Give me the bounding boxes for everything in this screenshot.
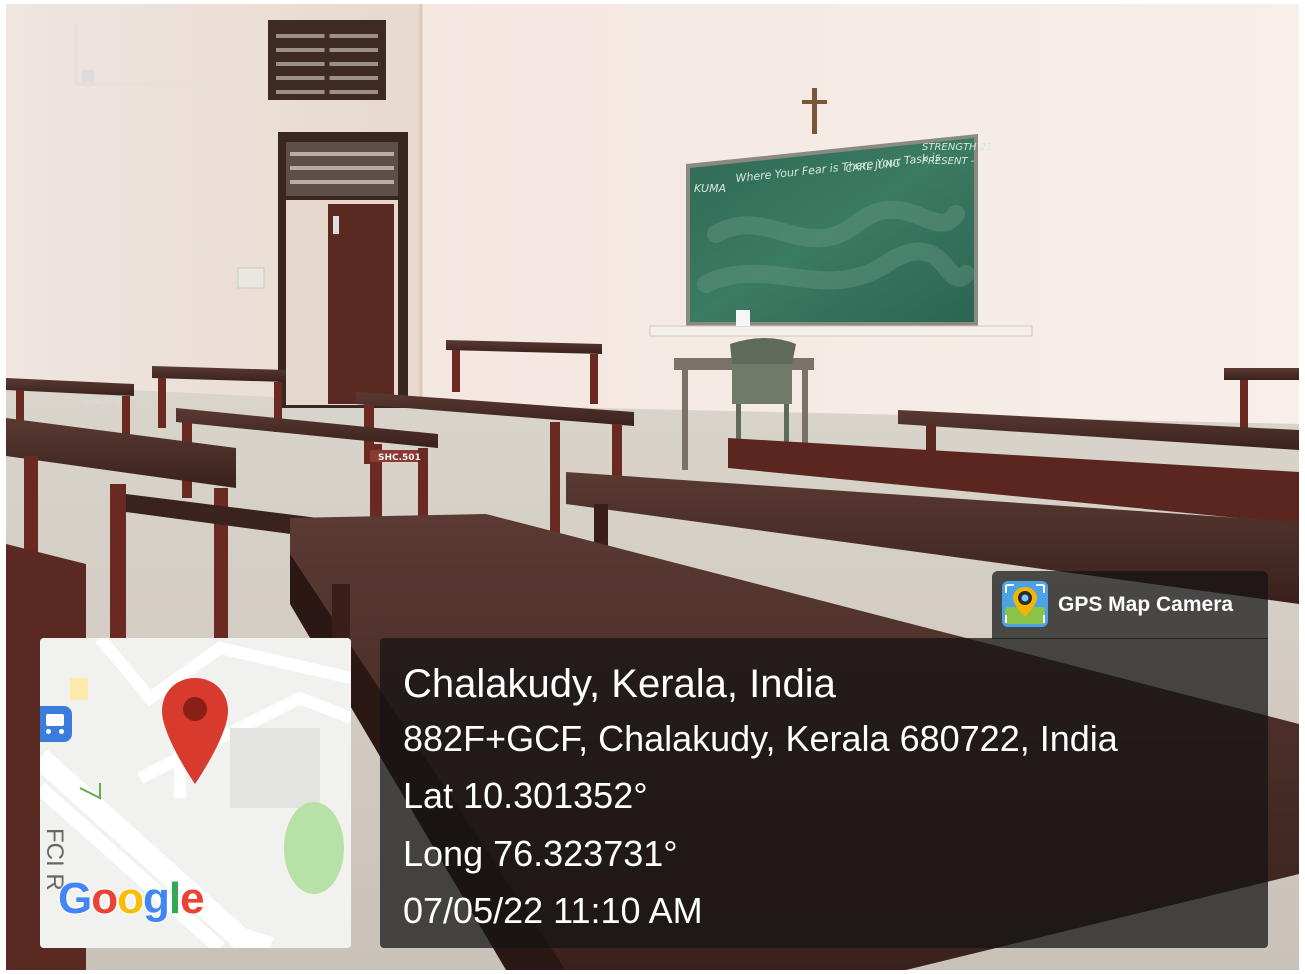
google-letter-e: e (180, 874, 205, 923)
board-text-right-1: STRENGTH 21 (922, 142, 992, 153)
google-letter-g: G (58, 874, 92, 923)
google-letter-g2: g (143, 874, 170, 923)
gps-camera-logo-icon (1002, 581, 1048, 627)
google-logo: Google (58, 874, 205, 924)
google-letter-l: l (168, 874, 181, 923)
gps-camera-photo: KUMA Where Your Fear is There Your Task … (0, 0, 1305, 974)
board-text-left: KUMA (694, 182, 726, 195)
google-letter-o2: o (117, 874, 144, 923)
google-letter-o1: o (91, 874, 118, 923)
latitude: Lat 10.301352° (403, 775, 648, 816)
bus-stop-icon (40, 706, 72, 742)
full-address: 882F+GCF, Chalakudy, Kerala 680722, Indi… (403, 718, 1118, 759)
date-time: 07/05/22 11:10 AM (403, 890, 703, 931)
desk-tag-1: SHC.501 (378, 453, 421, 463)
location-map-thumbnail: FCI R Google (40, 638, 351, 948)
board-text-right-2: PRESENT - (922, 156, 975, 167)
longitude: Long 76.323731° (403, 833, 678, 874)
location-pin-icon (162, 678, 228, 784)
gps-map-camera-badge: GPS Map Camera (992, 571, 1268, 639)
location-title: Chalakudy, Kerala, India (403, 662, 836, 706)
location-info-panel: Chalakudy, Kerala, India 882F+GCF, Chala… (380, 638, 1268, 948)
desk-tag-2: SHC.576 (86, 397, 121, 406)
gps-map-camera-label: GPS Map Camera (1058, 593, 1234, 616)
